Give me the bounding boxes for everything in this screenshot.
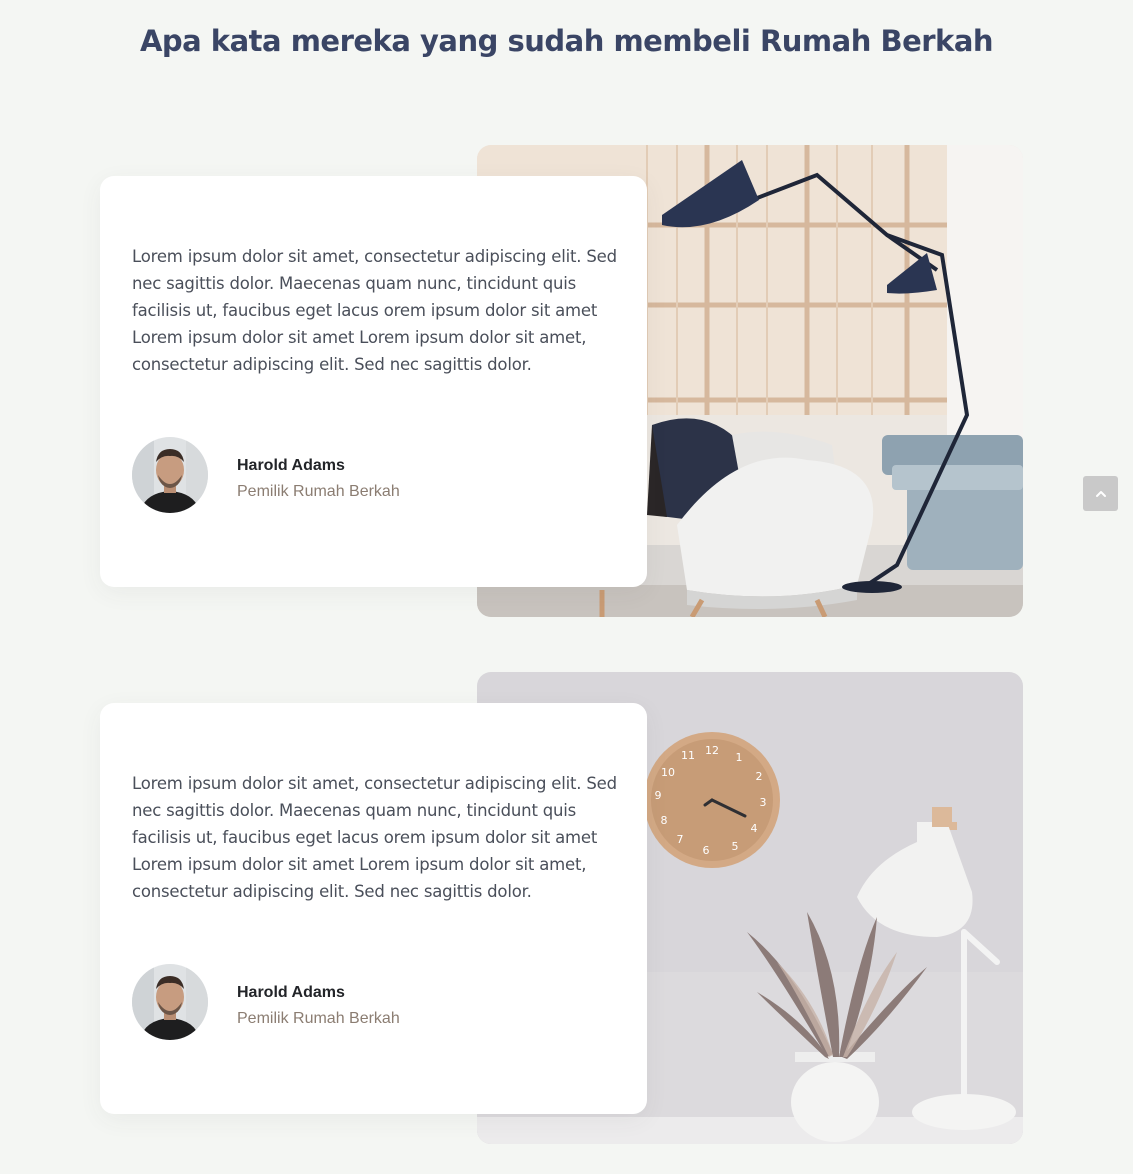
author-role: Pemilik Rumah Berkah bbox=[237, 483, 400, 500]
testimonial-item: Lorem ipsum dolor sit amet, consectetur … bbox=[100, 145, 1023, 617]
svg-text:6: 6 bbox=[703, 844, 710, 857]
svg-text:7: 7 bbox=[677, 833, 684, 846]
page-title: Apa kata mereka yang sudah membeli Rumah… bbox=[139, 24, 994, 58]
testimonial-quote: Lorem ipsum dolor sit amet, consectetur … bbox=[132, 774, 617, 901]
testimonial-card: Lorem ipsum dolor sit amet, consectetur … bbox=[100, 176, 647, 587]
scroll-to-top-button[interactable] bbox=[1083, 476, 1118, 511]
svg-text:3: 3 bbox=[760, 796, 767, 809]
testimonial-card: Lorem ipsum dolor sit amet, consectetur … bbox=[100, 703, 647, 1114]
svg-text:2: 2 bbox=[756, 770, 763, 783]
author-name: Harold Adams bbox=[237, 457, 345, 474]
chevron-up-icon bbox=[1095, 490, 1106, 497]
author-name: Harold Adams bbox=[237, 984, 345, 1001]
svg-text:12: 12 bbox=[705, 744, 719, 757]
author-role: Pemilik Rumah Berkah bbox=[237, 1010, 400, 1027]
avatar bbox=[132, 964, 208, 1040]
avatar bbox=[132, 437, 208, 513]
testimonial-item: 12 1 2 3 4 5 6 7 8 9 10 11 Lorem ipsum d… bbox=[100, 672, 1023, 1144]
svg-text:10: 10 bbox=[661, 766, 675, 779]
svg-text:1: 1 bbox=[736, 751, 743, 764]
svg-text:8: 8 bbox=[661, 814, 668, 827]
svg-text:4: 4 bbox=[751, 822, 758, 835]
svg-text:5: 5 bbox=[732, 840, 739, 853]
testimonial-quote: Lorem ipsum dolor sit amet, consectetur … bbox=[132, 247, 617, 374]
svg-text:11: 11 bbox=[681, 749, 695, 762]
svg-text:9: 9 bbox=[655, 789, 662, 802]
